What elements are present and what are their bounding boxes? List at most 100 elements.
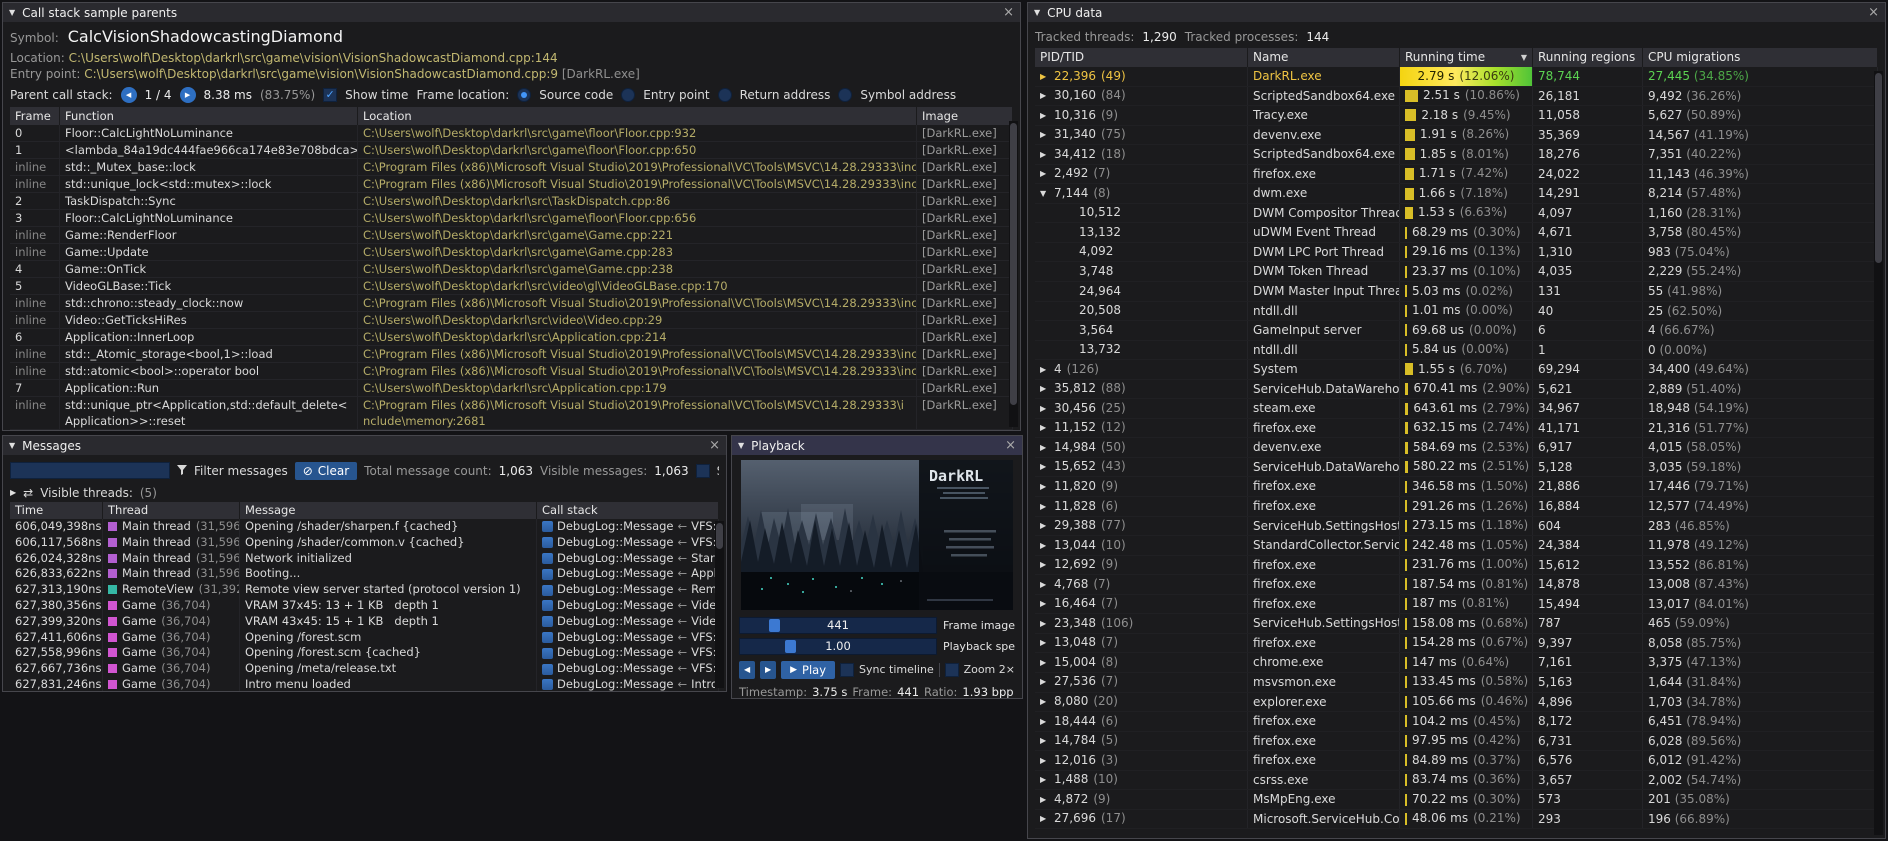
expand-icon[interactable]: ▶ [1040,575,1049,594]
cpu-row[interactable]: ▶ 10,316 (9) Tracy.exe 2.18 s (9.45%) 11… [1035,106,1878,126]
message-row[interactable]: 627,399,320ns Game(36,704) VRAM 43x45: 1… [10,614,719,630]
radio-label-symbol-address[interactable]: Symbol address [860,88,956,102]
cpu-row[interactable]: ▶ 4,872 (9) MsMpEng.exe 70.22 ms (0.30%)… [1035,790,1878,810]
callstack-frame-row[interactable]: inline std::unique_lock<std::mutex>::loc… [10,176,1013,193]
col-image[interactable]: Image [917,107,1013,125]
callstack-scrollbar[interactable] [1009,121,1018,427]
cpu-row[interactable]: 13,132 uDWM Event Thread 68.29 ms (0.30%… [1035,223,1878,243]
cpu-row[interactable]: ▶ 16,464 (7) firefox.exe 187 ms (0.81%) … [1035,595,1878,615]
callstack-frame-row[interactable]: inline std::atomic<bool>::operator bool … [10,363,1013,380]
collapse-icon[interactable]: ▼ [738,441,744,450]
cpu-row[interactable]: ▶ 14,784 (5) firefox.exe 97.95 ms (0.42%… [1035,732,1878,752]
message-callstack-cell[interactable]: DebugLog::Message ← RemoteViev [537,582,719,598]
callstack-titlebar[interactable]: ▼ Call stack sample parents × [3,3,1020,22]
visible-threads-row[interactable]: ▶ ⇄ Visible threads: (5) [10,483,719,502]
expand-icon[interactable]: ▶ [1040,536,1049,555]
message-row[interactable]: 626,024,328ns Main thread(31,596) Networ… [10,551,719,567]
cpu-row[interactable]: ▶ 11,820 (9) firefox.exe 346.58 ms (1.50… [1035,477,1878,497]
expand-icon[interactable]: ▶ [1040,165,1049,184]
message-callstack-cell[interactable]: DebugLog::Message ← IntroMenu:: [537,677,719,691]
expand-icon[interactable]: ▶ [1040,517,1049,536]
callstack-frame-row[interactable]: inline Game::RenderFloor C:\Users\wolf\D… [10,227,1013,244]
sync-timeline-checkbox[interactable] [840,663,854,677]
col-name[interactable]: Name [1248,48,1400,67]
col-callstack[interactable]: Call stack [537,502,719,519]
expand-icon[interactable]: ▶ [1040,673,1049,692]
cpu-row[interactable]: 10,512 DWM Compositor Thread 1.53 s (6.6… [1035,204,1878,224]
cpu-row[interactable]: ▶ 12,692 (9) firefox.exe 231.76 ms (1.00… [1035,556,1878,576]
callstack-frame-row[interactable]: inline std::chrono::steady_clock::now C:… [10,295,1013,312]
cpu-row[interactable]: 3,748 DWM Token Thread 23.37 ms (0.10%) … [1035,262,1878,282]
cpu-scrollbar[interactable] [1874,71,1883,835]
cpu-row[interactable]: 20,508 ntdll.dll 1.01 ms (0.00%) 40 25 [1035,302,1878,322]
col-frame[interactable]: Frame [10,107,60,125]
callstack-frame-row[interactable]: 2 TaskDispatch::Sync C:\Users\wolf\Deskt… [10,193,1013,210]
expand-icon[interactable]: ▶ [1040,771,1049,790]
cpu-row[interactable]: ▶ 14,984 (50) devenv.exe 584.69 ms (2.53… [1035,438,1878,458]
col-time[interactable]: Time [10,502,103,519]
cpu-titlebar[interactable]: ▼ CPU data × [1028,3,1885,22]
cpu-row[interactable]: ▶ 27,536 (7) msvsmon.exe 133.45 ms (0.58… [1035,673,1878,693]
callstack-frames-icon[interactable] [542,521,553,532]
callstack-frame-row[interactable]: 0 Floor::CalcLightNoLuminance C:\Users\w… [10,125,1013,142]
cpu-row[interactable]: ▶ 12,016 (3) firefox.exe 84.89 ms (0.37%… [1035,751,1878,771]
message-row[interactable]: 626,833,622ns Main thread(31,596) Bootin… [10,566,719,582]
cpu-row[interactable]: ▶ 35,812 (88) ServiceHub.DataWareho 670.… [1035,380,1878,400]
radio-label-return-address[interactable]: Return address [740,88,831,102]
show-frame-label[interactable]: Show frame [717,464,719,478]
message-callstack-cell[interactable]: DebugLog::Message ← VFS::Open [537,535,719,551]
show-time-checkbox[interactable]: ✓ [323,88,337,102]
cpu-row[interactable]: ▶ 34,412 (18) ScriptedSandbox64.exe 1.85… [1035,145,1878,165]
play-button[interactable]: ▶ Play [781,661,835,679]
cpu-row[interactable]: ▶ 13,048 (7) firefox.exe 154.28 ms (0.67… [1035,634,1878,654]
message-row[interactable]: 627,558,996ns Game(36,704) Opening /fore… [10,645,719,661]
scrollbar-thumb[interactable] [1875,73,1882,263]
callstack-frame-row[interactable]: 7 Application::Run C:\Users\wolf\Desktop… [10,380,1013,397]
close-icon[interactable]: × [1003,6,1014,19]
scrollbar-thumb[interactable] [716,523,723,549]
col-message[interactable]: Message [240,502,537,519]
expand-icon[interactable]: ▶ [1040,360,1049,379]
show-time-label[interactable]: Show time [345,88,408,102]
expand-icon[interactable]: ▶ [1040,556,1049,575]
col-cpu-migrations[interactable]: CPU migrations [1643,48,1878,67]
radio-return-address[interactable] [718,88,732,102]
prev-sample-button[interactable]: ◀ [121,87,137,103]
message-callstack-cell[interactable]: DebugLog::Message ← VFS::Open [537,661,719,677]
expand-icon[interactable]: ▶ [1040,653,1049,672]
col-pid-tid[interactable]: PID/TID [1035,48,1248,67]
close-icon[interactable]: × [709,439,720,452]
expand-icon[interactable]: ▶ [1040,497,1049,516]
callstack-frames-icon[interactable] [542,585,553,596]
cpu-row[interactable]: ▶ 4 (126) System 1.55 s (6.70%) 69,294 [1035,360,1878,380]
expand-icon[interactable]: ▶ [1040,712,1049,731]
expand-icon[interactable]: ▶ [1040,477,1049,496]
callstack-frame-row[interactable]: inline std::_Atomic_storage<bool,1>::loa… [10,346,1013,363]
message-row[interactable]: 627,831,246ns Game(36,704) Intro menu lo… [10,677,719,691]
callstack-frames-icon[interactable] [542,537,553,548]
cpu-row[interactable]: ▶ 13,044 (10) StandardCollector.Servic 2… [1035,536,1878,556]
zoom-label[interactable]: Zoom 2× [964,663,1015,676]
callstack-frame-row[interactable]: 3 Floor::CalcLightNoLuminance C:\Users\w… [10,210,1013,227]
messages-scrollbar[interactable] [715,521,724,688]
cpu-row[interactable]: 13,732 ntdll.dll 5.84 us (0.00%) 1 0 ( [1035,341,1878,361]
expand-icon[interactable]: ▶ [1040,106,1049,125]
clear-button[interactable]: ⊘ Clear [295,462,357,480]
expand-icon[interactable]: ▶ [1040,614,1049,633]
message-callstack-cell[interactable]: DebugLog::Message ← VFS::Open [537,645,719,661]
message-row[interactable]: 627,313,190ns RemoteView(31,392) Remote … [10,582,719,598]
callstack-frames-icon[interactable] [542,569,553,580]
sync-timeline-label[interactable]: Sync timeline [859,663,934,676]
cpu-row[interactable]: ▶ 8,080 (20) explorer.exe 105.66 ms (0.4… [1035,693,1878,713]
callstack-frame-row[interactable]: inline std::_Mutex_base::lock C:\Program… [10,159,1013,176]
collapse-icon[interactable]: ▼ [1034,8,1040,17]
message-callstack-cell[interactable]: DebugLog::Message ← VideoMemo [537,614,719,630]
cpu-row[interactable]: ▶ 31,340 (75) devenv.exe 1.91 s (8.26%) … [1035,126,1878,146]
message-row[interactable]: 606,117,568ns Main thread(31,596) Openin… [10,535,719,551]
expand-icon[interactable]: ▶ [1040,634,1049,653]
message-callstack-cell[interactable]: DebugLog::Message ← VFS::Open [537,519,719,535]
cpu-row[interactable]: 3,564 GameInput server 69.68 us (0.00%) … [1035,321,1878,341]
cpu-row[interactable]: ▶ 23,348 (106) ServiceHub.SettingsHost 1… [1035,614,1878,634]
cpu-row[interactable]: 24,964 DWM Master Input Thread 5.03 ms (… [1035,282,1878,302]
expand-icon[interactable]: ▶ [1040,595,1049,614]
